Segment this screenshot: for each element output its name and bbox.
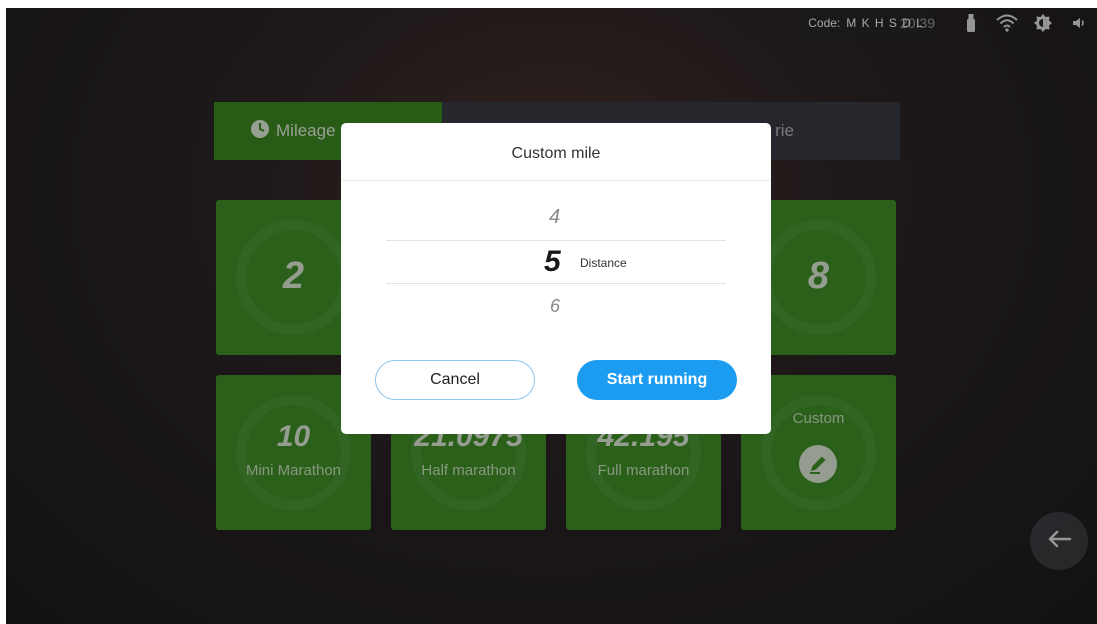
start-running-button[interactable]: Start running [577,360,737,400]
custom-mile-dialog: Custom mile 4 5 Distance 6 Cancel Start … [341,123,771,434]
picker-next-value[interactable]: 6 [550,296,560,317]
picker-divider [386,283,726,284]
picker-unit-label: Distance [580,256,627,270]
cancel-button[interactable]: Cancel [375,360,535,400]
app-screen: Code: M K H S D L 20:39 Mileage rie 2 8 … [6,8,1097,624]
dialog-title: Custom mile [341,123,771,181]
picker-selected-value[interactable]: 5 [544,245,561,279]
picker-divider [386,240,726,241]
picker-prev-value[interactable]: 4 [549,206,560,229]
